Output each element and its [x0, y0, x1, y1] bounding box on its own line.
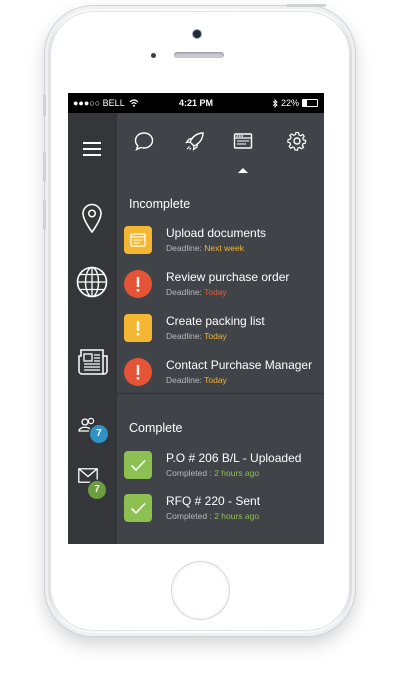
- document-icon: [124, 226, 152, 254]
- earpiece-speaker: [174, 52, 224, 58]
- contacts-badge: 7: [90, 425, 108, 443]
- newspaper-icon[interactable]: [77, 348, 109, 376]
- task-meta: Deadline: Next week: [166, 243, 244, 253]
- incomplete-task-item[interactable]: Contact Purchase Manager Deadline: Today: [124, 358, 324, 394]
- task-title: P.O # 206 B/L - Uploaded: [166, 451, 302, 465]
- task-meta-label: Deadline:: [166, 243, 205, 253]
- power-button: [286, 4, 326, 7]
- active-tab-indicator: [238, 168, 248, 173]
- volume-up-button: [43, 152, 46, 182]
- section-title-incomplete: Incomplete: [129, 197, 191, 211]
- incomplete-task-item[interactable]: Create packing list Deadline: Today: [124, 314, 324, 350]
- task-meta-value: Today: [204, 287, 227, 297]
- task-meta-value: 2 hours ago: [214, 468, 260, 478]
- status-bar: ●●●○○ BELL 4:21 PM 22%: [68, 93, 324, 113]
- task-meta-label: Completed :: [166, 511, 215, 521]
- task-meta: Deadline: Today: [166, 331, 227, 341]
- exclamation-icon: [124, 270, 152, 298]
- battery-icon: [302, 99, 318, 107]
- incomplete-task-item[interactable]: Upload documents Deadline: Next week: [124, 226, 324, 262]
- task-title: Review purchase order: [166, 270, 290, 284]
- sidebar: 7 7: [68, 113, 117, 544]
- exclamation-icon: [124, 358, 152, 386]
- screen: ●●●○○ BELL 4:21 PM 22% 7 7 Incomplete Up…: [68, 93, 324, 544]
- checkmark-icon: [124, 494, 152, 522]
- location-pin-icon[interactable]: [81, 203, 103, 233]
- tab-chat-icon[interactable]: [133, 130, 155, 152]
- status-right: 22%: [272, 93, 318, 113]
- tab-browser-window-icon[interactable]: [232, 130, 254, 152]
- camera-icon: [193, 30, 201, 38]
- main-content: Incomplete Upload documents Deadline: Nex…: [117, 113, 324, 544]
- battery-percent: 22%: [280, 98, 299, 108]
- task-meta-value: Today: [204, 331, 227, 341]
- mail-nav[interactable]: 7: [78, 464, 114, 500]
- home-button[interactable]: [171, 561, 230, 620]
- task-meta: Deadline: Today: [166, 375, 227, 385]
- globe-icon[interactable]: [76, 266, 108, 298]
- task-title: Create packing list: [166, 314, 265, 328]
- tab-rocket-icon[interactable]: [184, 130, 206, 152]
- mute-switch: [43, 94, 46, 116]
- task-meta-value: Next week: [204, 243, 244, 253]
- task-meta-label: Deadline:: [166, 287, 205, 297]
- top-tab-bar: [117, 113, 324, 183]
- task-meta-label: Completed :: [166, 468, 215, 478]
- task-meta: Deadline: Today: [166, 287, 227, 297]
- incomplete-task-item[interactable]: Review purchase order Deadline: Today: [124, 270, 324, 306]
- section-divider: [117, 393, 324, 394]
- task-meta: Completed : 2 hours ago: [166, 511, 259, 521]
- volume-down-button: [43, 200, 46, 230]
- complete-task-item[interactable]: RFQ # 220 - Sent Completed : 2 hours ago: [124, 494, 324, 530]
- contacts-nav[interactable]: 7: [78, 413, 114, 447]
- task-title: Contact Purchase Manager: [166, 358, 313, 372]
- task-meta-label: Deadline:: [166, 375, 205, 385]
- section-title-complete: Complete: [129, 421, 183, 435]
- front-sensor: [151, 53, 156, 58]
- task-meta-value: 2 hours ago: [214, 511, 260, 521]
- checkmark-icon: [124, 451, 152, 479]
- task-title: RFQ # 220 - Sent: [166, 494, 261, 508]
- complete-task-item[interactable]: P.O # 206 B/L - Uploaded Completed : 2 ho…: [124, 451, 324, 487]
- exclamation-icon: [124, 314, 152, 342]
- hamburger-menu-icon[interactable]: [83, 142, 101, 156]
- tab-settings-gear-icon[interactable]: [286, 130, 308, 152]
- bluetooth-icon: [272, 98, 278, 108]
- task-title: Upload documents: [166, 226, 267, 240]
- mail-badge: 7: [88, 481, 106, 499]
- task-meta-value: Today: [204, 375, 227, 385]
- task-meta: Completed : 2 hours ago: [166, 468, 259, 478]
- task-meta-label: Deadline:: [166, 331, 205, 341]
